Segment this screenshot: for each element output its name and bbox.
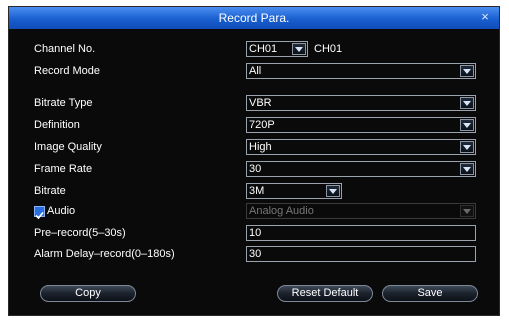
reset-default-button[interactable]: Reset Default [277, 285, 373, 302]
image-quality-label: Image Quality [34, 141, 102, 153]
alarm-delay-value: 30 [249, 248, 262, 260]
audio-label: Audio [47, 205, 76, 217]
chevron-down-icon[interactable] [460, 141, 474, 153]
chevron-down-icon[interactable] [460, 163, 474, 175]
pre-record-input[interactable]: 10 [246, 225, 476, 241]
image-quality-value: High [249, 141, 272, 153]
chevron-down-icon[interactable] [460, 119, 474, 131]
audio-checkbox[interactable] [34, 206, 45, 220]
bitrate-type-label: Bitrate Type [34, 97, 93, 109]
dialog-title: Record Para. [218, 11, 290, 25]
bitrate-select[interactable]: 3M [246, 183, 342, 199]
record-mode-select[interactable]: All [246, 63, 476, 79]
frame-rate-select[interactable]: 30 [246, 161, 476, 177]
record-mode-label: Record Mode [34, 65, 101, 77]
alarm-delay-label: Alarm Delay–record(0–180s) [34, 248, 175, 260]
pre-record-value: 10 [249, 227, 262, 239]
chevron-down-icon[interactable] [292, 43, 306, 55]
chevron-down-icon[interactable] [326, 185, 340, 197]
image-quality-select[interactable]: High [246, 139, 476, 155]
bitrate-type-value: VBR [249, 97, 272, 109]
close-icon[interactable]: × [479, 7, 491, 29]
bitrate-type-select[interactable]: VBR [246, 95, 476, 111]
definition-label: Definition [34, 119, 80, 131]
audio-source-select: Analog Audio [246, 203, 476, 219]
chevron-down-icon[interactable] [460, 65, 474, 77]
title-bar: Record Para. × [9, 7, 499, 29]
frame-rate-value: 30 [249, 163, 262, 175]
definition-value: 720P [249, 119, 275, 131]
channel-name: CH01 [314, 43, 343, 55]
alarm-delay-input[interactable]: 30 [246, 246, 476, 262]
record-para-dialog: Record Para. × Channel No. CH01 CH01 Rec… [0, 0, 509, 322]
chevron-down-icon [460, 205, 474, 217]
audio-source-value: Analog Audio [249, 205, 314, 217]
bitrate-value: 3M [249, 185, 265, 197]
copy-button[interactable]: Copy [40, 285, 136, 302]
record-mode-value: All [249, 65, 262, 77]
pre-record-label: Pre–record(5–30s) [34, 227, 126, 239]
save-button[interactable]: Save [382, 285, 478, 302]
checkmark-icon [35, 211, 44, 220]
channel-label: Channel No. [34, 43, 96, 55]
channel-select-value: CH01 [249, 43, 278, 55]
chevron-down-icon[interactable] [460, 97, 474, 109]
bitrate-label: Bitrate [34, 185, 66, 197]
channel-select[interactable]: CH01 [246, 41, 308, 57]
definition-select[interactable]: 720P [246, 117, 476, 133]
frame-rate-label: Frame Rate [34, 163, 93, 175]
